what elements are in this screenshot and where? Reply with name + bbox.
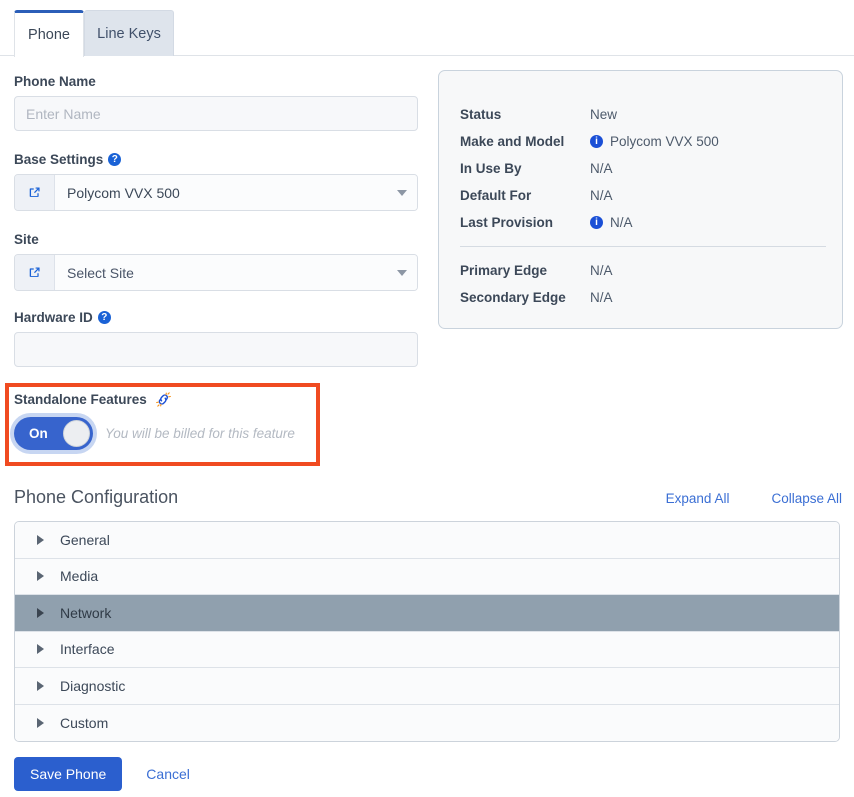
- accordion-label: Custom: [60, 714, 109, 731]
- chevron-right-icon: [37, 571, 44, 582]
- tab-phone-label: Phone: [28, 27, 70, 43]
- info-value-wrap: New: [590, 107, 617, 122]
- site-value-area[interactable]: Select Site: [55, 255, 417, 290]
- standalone-features-label: Standalone Features: [14, 392, 171, 407]
- info-key: Default For: [460, 188, 532, 203]
- help-circle-icon[interactable]: ?: [97, 311, 111, 324]
- broken-link-icon[interactable]: [155, 392, 171, 407]
- hardware-id-input[interactable]: [14, 332, 418, 367]
- base-settings-value: Polycom VVX 500: [67, 184, 180, 201]
- info-value-wrap: N/A: [590, 263, 613, 278]
- hardware-id-label-text: Hardware ID: [14, 310, 93, 325]
- phone-form: Phone Name Base Settings ? Polycom VVX 5…: [14, 74, 418, 367]
- site-value: Select Site: [67, 264, 134, 281]
- standalone-features-toggle-group: On You will be billed for this feature: [14, 417, 295, 450]
- phone-configuration-accordion: General Media Network Interface Diagnost…: [14, 521, 840, 742]
- base-settings-label-text: Base Settings: [14, 152, 104, 167]
- external-link-icon: [29, 187, 40, 197]
- standalone-features-toggle[interactable]: On: [14, 417, 93, 450]
- info-value-wrap: N/A: [590, 188, 613, 203]
- info-value: Polycom VVX 500: [610, 134, 719, 149]
- accordion-label: Diagnostic: [60, 677, 126, 694]
- base-settings-label: Base Settings ?: [14, 152, 418, 167]
- site-select[interactable]: Select Site: [14, 254, 418, 291]
- base-settings-value-area[interactable]: Polycom VVX 500: [55, 175, 417, 210]
- accordion-section-interface[interactable]: Interface: [15, 631, 839, 668]
- phone-name-label: Phone Name: [14, 74, 418, 89]
- info-value: N/A: [590, 161, 613, 176]
- tab-line-keys[interactable]: Line Keys: [84, 10, 174, 56]
- info-key: In Use By: [460, 161, 522, 176]
- info-row: In Use By N/A: [460, 155, 820, 182]
- info-key: Status: [460, 107, 502, 122]
- info-value-wrap: i N/A: [590, 215, 633, 230]
- cancel-button[interactable]: Cancel: [146, 766, 190, 782]
- info-value-wrap: i Polycom VVX 500: [590, 134, 719, 149]
- site-label-text: Site: [14, 232, 39, 247]
- info-value-wrap: N/A: [590, 161, 613, 176]
- chevron-right-icon: [37, 534, 44, 545]
- form-actions: Save Phone Cancel: [14, 757, 190, 791]
- chevron-right-icon: [37, 644, 44, 655]
- save-phone-button[interactable]: Save Phone: [14, 757, 123, 791]
- base-settings-select[interactable]: Polycom VVX 500: [14, 174, 418, 211]
- info-value: N/A: [590, 263, 613, 278]
- chevron-right-icon: [37, 607, 44, 618]
- info-key: Primary Edge: [460, 263, 548, 278]
- phone-info-rows: Status New Make and Model i Polycom VVX …: [460, 101, 826, 311]
- base-settings-external-link-button[interactable]: [15, 175, 55, 210]
- info-row: Secondary Edge N/A: [460, 284, 820, 311]
- chevron-right-icon: [37, 717, 44, 728]
- info-key: Last Provision: [460, 215, 554, 230]
- chevron-down-icon[interactable]: [397, 189, 407, 196]
- info-value: N/A: [590, 188, 613, 203]
- info-row: Make and Model i Polycom VVX 500: [460, 128, 820, 155]
- info-circle-icon[interactable]: i: [590, 135, 603, 148]
- chevron-down-icon[interactable]: [397, 269, 407, 276]
- info-value: N/A: [610, 215, 633, 230]
- accordion-label: Network: [60, 604, 112, 621]
- accordion-label: Media: [60, 568, 99, 585]
- toggle-knob[interactable]: [63, 420, 90, 447]
- info-row: Primary Edge N/A: [460, 257, 820, 284]
- external-link-icon: [29, 267, 40, 277]
- phone-name-label-text: Phone Name: [14, 74, 96, 89]
- accordion-label: General: [60, 531, 110, 548]
- info-key: Secondary Edge: [460, 290, 566, 305]
- info-row: Last Provision i N/A: [460, 209, 820, 236]
- accordion-section-diagnostic[interactable]: Diagnostic: [15, 668, 839, 705]
- accordion-section-custom[interactable]: Custom: [15, 704, 839, 741]
- tab-phone[interactable]: Phone: [14, 10, 84, 58]
- phone-info-panel: Status New Make and Model i Polycom VVX …: [438, 70, 843, 329]
- info-value: New: [590, 107, 618, 122]
- accordion-controls: Expand All Collapse All: [666, 491, 842, 506]
- help-circle-icon[interactable]: ?: [108, 153, 122, 166]
- info-key: Make and Model: [460, 134, 565, 149]
- collapse-all-link[interactable]: Collapse All: [771, 491, 842, 506]
- info-value: N/A: [590, 290, 613, 305]
- info-value-wrap: N/A: [590, 290, 613, 305]
- hardware-id-label: Hardware ID ?: [14, 310, 418, 325]
- info-divider: [460, 246, 826, 247]
- expand-all-link[interactable]: Expand All: [666, 491, 730, 506]
- info-row: Status New: [460, 101, 820, 128]
- billing-note: You will be billed for this feature: [105, 426, 295, 441]
- accordion-section-media[interactable]: Media: [15, 558, 839, 595]
- info-row: Default For N/A: [460, 182, 820, 209]
- standalone-features-label-text: Standalone Features: [14, 392, 147, 407]
- page-title: Phone Configuration: [14, 487, 179, 507]
- accordion-label: Interface: [60, 641, 115, 658]
- info-circle-icon[interactable]: i: [590, 216, 603, 229]
- tab-bar: Phone Line Keys: [0, 0, 854, 58]
- site-label: Site: [14, 232, 418, 247]
- phone-name-input[interactable]: [14, 96, 418, 131]
- accordion-section-general[interactable]: General: [15, 522, 839, 559]
- tab-line-keys-label: Line Keys: [97, 25, 161, 42]
- chevron-right-icon: [37, 680, 44, 691]
- toggle-state-label: On: [29, 426, 48, 441]
- site-external-link-button[interactable]: [15, 255, 55, 290]
- accordion-section-network[interactable]: Network: [15, 595, 839, 632]
